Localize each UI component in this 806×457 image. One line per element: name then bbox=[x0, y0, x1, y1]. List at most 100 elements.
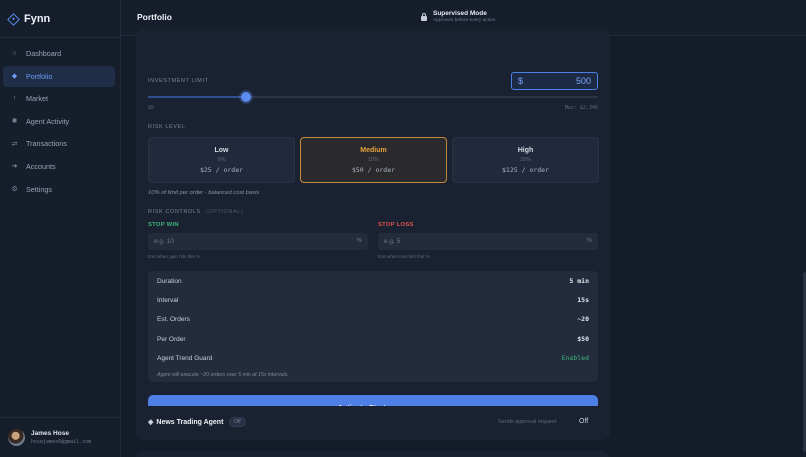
risk-note: 10% of limit per order · balanced cost b… bbox=[148, 190, 260, 196]
summary-note: Agent will execute ~20 orders over 5 min… bbox=[157, 372, 289, 378]
gear-icon: ⚙ bbox=[11, 186, 18, 194]
user-profile[interactable]: James Hose hosejames6@gmail.com bbox=[8, 429, 91, 446]
investment-amount-value: 500 bbox=[575, 76, 591, 86]
sun-icon: ✺ bbox=[11, 118, 18, 126]
summary-row-est-orders: Est. Orders ~20 bbox=[157, 314, 589, 324]
user-name: James Hose bbox=[31, 430, 69, 437]
sidebar-divider bbox=[0, 37, 120, 38]
diamond-icon: ◆ bbox=[11, 73, 18, 81]
sidebar-item-settings[interactable]: ⚙ Settings bbox=[3, 179, 115, 200]
percent-suffix: % bbox=[586, 238, 592, 244]
risk-name: Low bbox=[214, 147, 229, 154]
risk-controls-title: RISK CONTROLS bbox=[148, 209, 201, 215]
sidebar-item-label: Transactions bbox=[26, 139, 67, 149]
status-badge: Off bbox=[229, 417, 246, 427]
user-info: James Hose hosejames6@gmail.com bbox=[31, 430, 91, 445]
summary-value: 5 min bbox=[569, 277, 589, 285]
summary-key: Agent Trend Guard bbox=[157, 354, 213, 362]
risk-percent: 5% bbox=[217, 157, 226, 163]
summary-key: Interval bbox=[157, 296, 179, 304]
sidebar-divider-bottom bbox=[0, 417, 120, 418]
sidebar-item-market[interactable]: ↑ Market bbox=[3, 88, 115, 109]
arrow-right-icon: ➜ bbox=[11, 163, 18, 171]
mode-title: Supervised Mode bbox=[433, 10, 487, 17]
summary-value: $50 bbox=[577, 335, 589, 343]
risk-option-low[interactable]: Low 5% $25 / order bbox=[148, 137, 295, 183]
user-email: hosejames6@gmail.com bbox=[31, 439, 92, 445]
sidebar-nav: ○ Dashboard ◆ Portfolio ↑ Market ✺ Agent… bbox=[3, 43, 115, 201]
risk-order-amount: $25 / order bbox=[199, 166, 244, 174]
sidebar-item-portfolio[interactable]: ◆ Portfolio bbox=[3, 65, 115, 87]
risk-percent: 10% bbox=[367, 157, 379, 163]
summary-value: ~20 bbox=[577, 315, 589, 323]
risk-percent: 25% bbox=[519, 157, 531, 163]
sidebar-item-label: Portfolio bbox=[26, 71, 53, 81]
sidebar: Fynn ○ Dashboard ◆ Portfolio ↑ Market ✺ … bbox=[0, 0, 121, 457]
strategy-card: INVESTMENT LIMIT $ 500 $5 Max: $2,346 RI… bbox=[136, 29, 610, 431]
sidebar-item-label: Settings bbox=[26, 184, 52, 194]
supervised-mode-indicator[interactable]: Supervised Mode Approves before every ac… bbox=[421, 10, 495, 23]
sidebar-item-label: Agent Activity bbox=[26, 116, 70, 126]
risk-order-amount: $50 / order bbox=[351, 166, 396, 174]
investment-amount-input[interactable]: $ 500 bbox=[511, 72, 598, 90]
summary-row-interval: Interval 15s bbox=[157, 295, 589, 305]
app-name: Fynn bbox=[24, 13, 51, 25]
sidebar-item-agent-activity[interactable]: ✺ Agent Activity bbox=[3, 111, 115, 132]
risk-controls-optional: (OPTIONAL) bbox=[205, 209, 244, 215]
stop-win-label: STOP WIN bbox=[148, 222, 179, 228]
summary-key: Per Order bbox=[157, 335, 186, 343]
stop-loss-placeholder: e.g. 5 bbox=[384, 238, 401, 245]
investment-limit-label: INVESTMENT LIMIT bbox=[148, 78, 209, 84]
percent-suffix: % bbox=[356, 238, 362, 244]
sidebar-item-label: Dashboard bbox=[26, 49, 62, 58]
sidebar-item-dashboard[interactable]: ○ Dashboard bbox=[3, 43, 115, 64]
app-root: Fynn ○ Dashboard ◆ Portfolio ↑ Market ✺ … bbox=[0, 0, 806, 457]
next-card bbox=[136, 451, 610, 457]
page-title: Portfolio bbox=[137, 12, 172, 22]
strategy-summary: Duration 5 min Interval 15s Est. Orders … bbox=[148, 271, 598, 382]
mode-text: Supervised Mode Approves before every ac… bbox=[433, 10, 495, 23]
risk-option-medium[interactable]: Medium 10% $50 / order bbox=[300, 137, 447, 183]
arrow-up-icon: ↑ bbox=[12, 95, 17, 103]
sparkle-icon: ◈ bbox=[148, 419, 154, 426]
stop-win-input[interactable]: e.g. 10 % bbox=[148, 233, 368, 250]
slider-max-label: Max: $2,346 bbox=[564, 105, 598, 111]
currency-symbol: $ bbox=[518, 76, 524, 86]
lock-icon bbox=[421, 12, 427, 21]
news-agent-title[interactable]: ◈ News Trading Agent bbox=[148, 418, 224, 427]
sidebar-item-transactions[interactable]: ⇄ Transactions bbox=[3, 133, 115, 154]
approval-note: Sends approval request bbox=[498, 419, 557, 425]
stop-win-hint: Exit when gain hits this % bbox=[148, 254, 201, 259]
main-content: INVESTMENT LIMIT $ 500 $5 Max: $2,346 RI… bbox=[121, 29, 806, 457]
avatar bbox=[8, 429, 25, 446]
stop-loss-label: STOP LOSS bbox=[378, 222, 414, 228]
summary-row-per-order: Per Order $50 bbox=[157, 334, 589, 344]
news-agent-toggle[interactable]: Off bbox=[579, 418, 588, 425]
logo-icon bbox=[7, 12, 20, 26]
summary-value: 15s bbox=[577, 296, 589, 304]
sidebar-item-accounts[interactable]: ➜ Accounts bbox=[3, 156, 115, 177]
summary-row-trend-guard: Agent Trend Guard Enabled bbox=[157, 353, 589, 363]
risk-name: Medium bbox=[360, 147, 387, 154]
risk-option-high[interactable]: High 25% $125 / order bbox=[452, 137, 599, 183]
risk-controls-label: RISK CONTROLS (OPTIONAL) bbox=[148, 209, 243, 215]
risk-name: High bbox=[517, 147, 534, 154]
investment-slider-fill bbox=[148, 96, 247, 98]
mode-subtitle: Approves before every action bbox=[433, 18, 496, 23]
summary-key: Est. Orders bbox=[157, 315, 190, 323]
summary-key: Duration bbox=[157, 277, 182, 285]
investment-slider-thumb[interactable] bbox=[241, 92, 251, 102]
brand[interactable]: Fynn bbox=[7, 12, 51, 26]
news-agent-card: ◈ News Trading Agent Off Sends approval … bbox=[136, 406, 610, 440]
status-badge: Enabled bbox=[561, 354, 589, 362]
stop-loss-input[interactable]: e.g. 5 % bbox=[378, 233, 598, 250]
news-agent-name: News Trading Agent bbox=[156, 418, 224, 426]
swap-icon: ⇄ bbox=[11, 140, 18, 148]
slider-min-label: $5 bbox=[148, 105, 155, 111]
risk-order-amount: $125 / order bbox=[502, 166, 549, 174]
investment-slider-track[interactable] bbox=[148, 96, 598, 98]
risk-level-options: Low 5% $25 / order Medium 10% $50 / orde… bbox=[148, 137, 599, 183]
sidebar-item-label: Market bbox=[26, 94, 48, 104]
sidebar-item-label: Accounts bbox=[26, 161, 56, 171]
stop-loss-hint: Exit when loss hits this % bbox=[378, 254, 430, 259]
